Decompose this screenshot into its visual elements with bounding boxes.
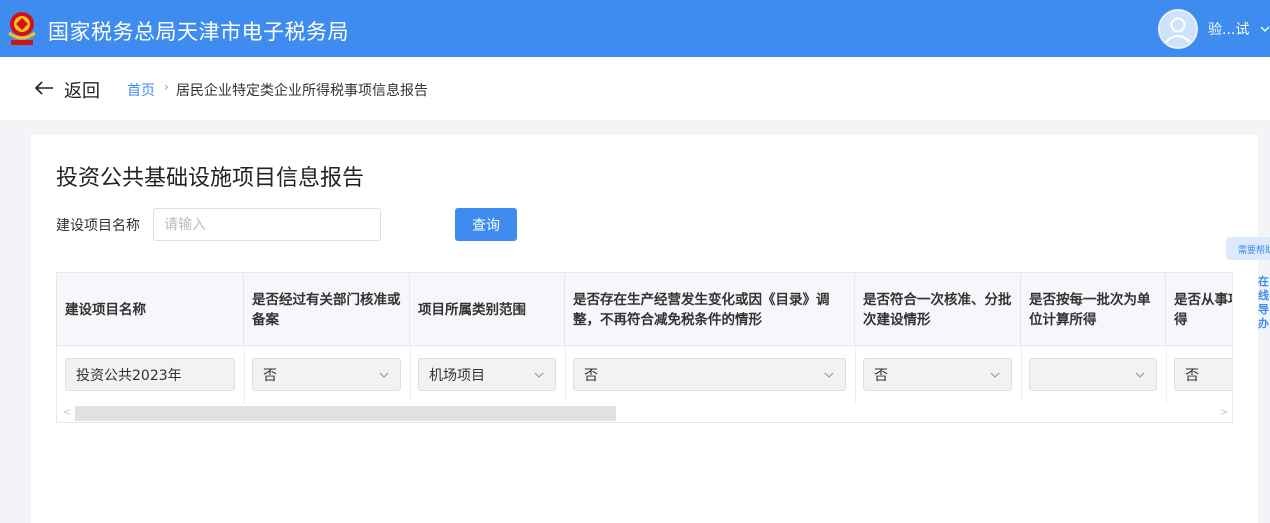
approved-select[interactable]: 否 — [252, 358, 401, 391]
project-name-search-input[interactable] — [153, 208, 381, 241]
chevron-down-icon — [824, 372, 834, 378]
app-title: 国家税务总局天津市电子税务局 — [48, 20, 349, 44]
column-header: 项目所属类别范围 — [410, 273, 565, 346]
column-header: 是否从事项目取得所得 — [1174, 291, 1232, 328]
breadcrumb-bar: 返回 首页 › 居民企业特定类企业所得税事项信息报告 — [0, 57, 1270, 120]
batch-build-select[interactable]: 否 — [863, 358, 1012, 391]
help-label[interactable]: 需要帮助 — [1238, 243, 1270, 256]
column-header: 是否存在生产经营发生变化或因《目录》调整，不再符合减免税条件的情形 — [565, 273, 855, 346]
cell-divider — [565, 346, 566, 403]
category-value: 机场项目 — [429, 367, 485, 384]
project-name-label: 建设项目名称 — [56, 218, 140, 234]
breadcrumb-separator: › — [164, 80, 169, 94]
column-header: 是否按每一批次为单位计算所得 — [1021, 273, 1166, 346]
cell-divider — [1166, 346, 1167, 403]
cell-divider — [244, 346, 245, 403]
approved-value: 否 — [263, 367, 277, 384]
column-header: 是否符合一次核准、分批次建设情形 — [855, 273, 1021, 346]
tax-emblem-logo — [8, 12, 36, 45]
project-table: 建设项目名称 是否经过有关部门核准或备案 项目所属类别范围 是否存在生产经营发生… — [56, 272, 1233, 423]
condition-changed-value: 否 — [584, 367, 598, 384]
condition-changed-select[interactable]: 否 — [573, 358, 846, 391]
project-name-cell[interactable]: 投资公共2023年 — [65, 358, 235, 391]
column-header: 建设项目名称 — [57, 273, 244, 346]
income-from-project-value: 否 — [1185, 367, 1199, 384]
top-header: 国家税务总局天津市电子税务局 验...试 — [0, 0, 1270, 57]
user-avatar[interactable] — [1158, 9, 1198, 49]
breadcrumb-current: 居民企业特定类企业所得税事项信息报告 — [176, 83, 428, 99]
breadcrumb-home-link[interactable]: 首页 — [127, 80, 155, 100]
column-header: 是否经过有关部门核准或备案 — [244, 273, 410, 346]
table-row: 投资公共2023年 否 机场项目 否 否 否 — [57, 346, 1232, 403]
user-name[interactable]: 验...试 — [1208, 19, 1249, 39]
chevron-down-icon — [379, 372, 389, 378]
income-from-project-select[interactable]: 否 — [1174, 358, 1232, 391]
batch-income-select[interactable] — [1029, 358, 1157, 391]
cell-divider — [855, 346, 856, 403]
user-icon — [1165, 17, 1191, 43]
batch-build-value: 否 — [874, 367, 888, 384]
chevron-down-icon — [1135, 372, 1145, 378]
scroll-left-icon[interactable]: < — [63, 407, 71, 418]
chevron-down-icon — [990, 372, 1000, 378]
back-button[interactable]: 返回 — [64, 77, 100, 103]
chevron-down-icon — [534, 372, 544, 378]
cell-divider — [1021, 346, 1022, 403]
scroll-right-icon[interactable]: > — [1220, 407, 1228, 418]
query-button[interactable]: 查询 — [455, 208, 517, 241]
scrollbar-thumb[interactable] — [75, 406, 616, 421]
online-guide-tab[interactable]: 在线导办 — [1258, 275, 1270, 331]
horizontal-scrollbar[interactable]: < > — [57, 403, 1232, 422]
chevron-down-icon[interactable] — [1260, 25, 1270, 33]
page-title: 投资公共基础设施项目信息报告 — [56, 166, 365, 191]
table-header: 建设项目名称 是否经过有关部门核准或备案 项目所属类别范围 是否存在生产经营发生… — [57, 273, 1232, 346]
category-select[interactable]: 机场项目 — [418, 358, 556, 391]
project-name-value: 投资公共2023年 — [76, 367, 182, 384]
back-arrow-icon[interactable] — [34, 80, 54, 96]
cell-divider — [410, 346, 411, 403]
